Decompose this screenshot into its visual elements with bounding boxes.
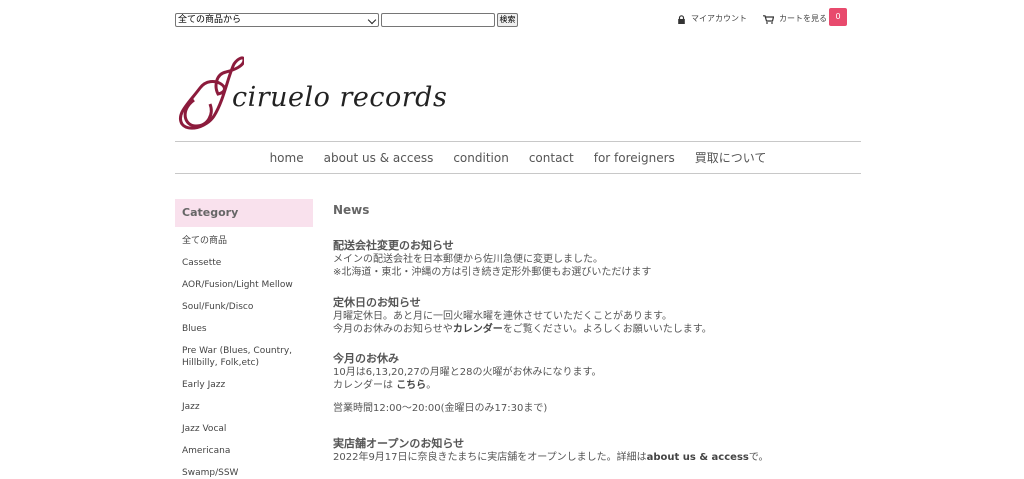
my-account-link[interactable]: マイアカウント	[677, 12, 747, 26]
category-item-swamp-ssw[interactable]: Swamp/SSW	[175, 467, 313, 479]
search-category-select[interactable]: 全ての商品から	[175, 13, 379, 27]
news-item: 定休日のお知らせ 月曜定休日。あと月に一回火曜水曜を連休させていただくことがあり…	[333, 295, 873, 336]
business-hours: 営業時間12:00～20:00(金曜日のみ17:30まで)	[333, 403, 548, 414]
category-item-jazz[interactable]: Jazz	[175, 401, 313, 413]
category-item-early-jazz[interactable]: Early Jazz	[175, 379, 313, 391]
cart-count-badge[interactable]: 0	[829, 8, 847, 26]
news-text-post: で。	[748, 452, 769, 463]
category-item-americana[interactable]: Americana	[175, 445, 313, 457]
category-list: 全ての商品 Cassette AOR/Fusion/Light Mellow S…	[175, 235, 313, 479]
category-item-aor[interactable]: AOR/Fusion/Light Mellow	[175, 279, 313, 291]
calendar-link[interactable]: カレンダー	[453, 324, 503, 335]
news-text: メインの配送会社を日本郵便から佐川急便に変更しました。	[333, 254, 603, 265]
nav-condition[interactable]: condition	[453, 151, 508, 165]
news-text: 10月は6,13,20,27の月曜と28の火曜がお休みになります。	[333, 367, 602, 378]
news-heading: 実店舗オープンのお知らせ	[333, 437, 465, 450]
category-sidebar: Category 全ての商品 Cassette AOR/Fusion/Light…	[175, 199, 313, 479]
category-item-all[interactable]: 全ての商品	[175, 235, 313, 247]
news-text: 今月のお休みのお知らせやカレンダーをご覧ください。よろしくお願いいたします。	[333, 323, 873, 336]
page: 全ての商品から 検索 マイアカウント カートを見る 0 ciruelo reco…	[0, 0, 1024, 479]
news-heading: 配送会社変更のお知らせ	[333, 239, 454, 252]
view-cart-label: カートを見る	[779, 14, 827, 23]
news-title: News	[333, 203, 370, 217]
nav-home[interactable]: home	[270, 151, 304, 165]
category-item-cassette[interactable]: Cassette	[175, 257, 313, 269]
category-item-soul[interactable]: Soul/Funk/Disco	[175, 301, 313, 313]
nav-about-access[interactable]: about us & access	[324, 151, 434, 165]
about-access-link[interactable]: about us & access	[647, 452, 749, 463]
category-header: Category	[175, 199, 313, 227]
news-section: News 配送会社変更のお知らせ メインの配送会社を日本郵便から佐川急便に変更し…	[333, 199, 873, 463]
news-text-pre: 2022年9月17日に奈良きたまちに実店舗をオープンしました。詳細は	[333, 452, 647, 463]
news-heading: 今月のお休み	[333, 352, 399, 365]
logo-text: ciruelo records	[232, 82, 448, 113]
cart-icon	[763, 14, 774, 24]
news-item: 配送会社変更のお知らせ メインの配送会社を日本郵便から佐川急便に変更しました。 …	[333, 238, 873, 279]
news-text: 2022年9月17日に奈良きたまちに実店舗をオープンしました。詳細はabout …	[333, 451, 873, 464]
news-text: 月曜定休日。あと月に一回火曜水曜を連休させていただくことがあります。	[333, 311, 672, 322]
news-text-pre: 今月のお休みのお知らせや	[333, 324, 453, 335]
view-cart-link[interactable]: カートを見る	[763, 12, 827, 26]
category-item-jazz-vocal[interactable]: Jazz Vocal	[175, 423, 313, 435]
main-nav: home about us & access condition contact…	[175, 141, 861, 174]
nav-kaitori[interactable]: 買取について	[695, 149, 767, 166]
news-text-pre: カレンダーは	[333, 380, 397, 391]
calendar-here-link[interactable]: こちら	[396, 380, 426, 391]
news-text: カレンダーは こちら。	[333, 379, 873, 392]
search-input[interactable]	[381, 13, 495, 27]
news-item: 実店舗オープンのお知らせ 2022年9月17日に奈良きたまちに実店舗をオープンし…	[333, 436, 873, 464]
chevron-down-icon	[367, 15, 377, 25]
category-item-blues[interactable]: Blues	[175, 323, 313, 335]
nav-for-foreigners[interactable]: for foreigners	[594, 151, 675, 165]
lock-icon	[677, 14, 686, 24]
category-item-pre-war[interactable]: Pre War (Blues, Country, Hillbilly, Folk…	[175, 345, 302, 369]
search-button[interactable]: 検索	[497, 13, 518, 27]
my-account-label: マイアカウント	[691, 14, 747, 23]
news-item: 今月のお休み 10月は6,13,20,27の月曜と28の火曜がお休みになります。…	[333, 351, 873, 415]
news-text-post: 。	[426, 380, 437, 391]
nav-contact[interactable]: contact	[529, 151, 574, 165]
top-bar: 全ての商品から 検索 マイアカウント カートを見る 0	[175, 8, 861, 32]
news-heading: 定休日のお知らせ	[333, 296, 421, 309]
news-text-post: をご覧ください。よろしくお願いいたします。	[502, 324, 712, 335]
search-category-value: 全ての商品から	[178, 15, 242, 25]
news-text: ※北海道・東北・沖縄の方は引き続き定形外郵便もお選びいただけます	[333, 267, 652, 278]
site-logo[interactable]: ciruelo records	[174, 52, 464, 130]
